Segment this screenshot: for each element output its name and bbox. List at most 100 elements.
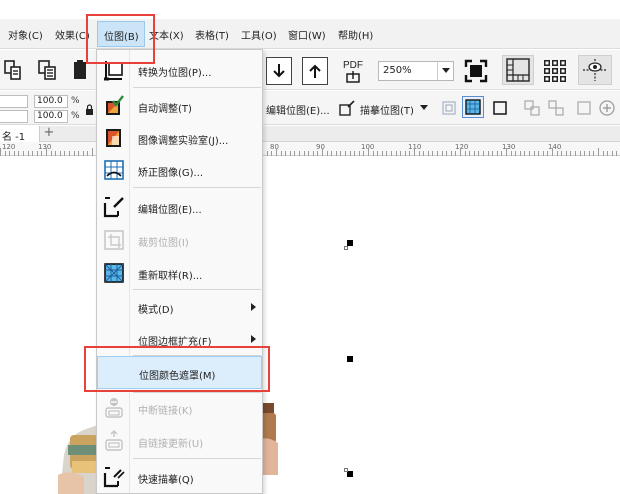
menu-item-label: 自链接更新(U) <box>138 439 204 450</box>
ruler-tick <box>331 151 332 156</box>
rotation-handle[interactable] <box>344 246 348 250</box>
menu-text[interactable]: 文本(X) <box>149 27 184 42</box>
chevron-down-icon[interactable] <box>437 62 453 80</box>
grid-toggle-icon[interactable] <box>540 56 570 86</box>
menu-item-bitmap-border[interactable]: 位图边框扩充(F) <box>97 323 262 355</box>
ruler-tick <box>18 151 19 156</box>
edit-bitmap-button[interactable]: 编辑位图(E)... <box>266 102 330 117</box>
ruler-tick <box>570 151 571 156</box>
menu-item-update-link[interactable]: 自链接更新(U) <box>97 425 262 457</box>
bitmap-mesh-icon[interactable] <box>462 96 484 118</box>
straighten-image-icon <box>103 159 125 181</box>
ruler-tick <box>386 151 387 156</box>
chevron-down-icon[interactable] <box>420 104 428 112</box>
menu-item-auto-adjust[interactable]: 自动调整(T) <box>97 90 262 122</box>
ruler-tick <box>446 151 447 156</box>
ruler-tick <box>340 151 341 156</box>
menu-item-convert-to-bitmap[interactable]: 转换为位图(P)... <box>97 54 262 86</box>
ruler-label: 120 <box>455 143 469 151</box>
add-document-icon[interactable]: + <box>42 126 56 141</box>
outline-frame-icon[interactable] <box>490 97 510 119</box>
menu-item-image-adjustment-lab[interactable]: 图像调整实验室(J)... <box>97 122 262 154</box>
ruler-tick <box>74 151 75 156</box>
ruler-tick <box>589 151 590 156</box>
menu-item-label: 转换为位图(P)... <box>138 68 212 79</box>
ruler-label: 80 <box>270 143 279 151</box>
menu-table[interactable]: 表格(T) <box>195 27 229 42</box>
ruler-tick <box>46 148 47 156</box>
outline-icon[interactable] <box>574 97 594 119</box>
ruler-tick <box>607 151 608 156</box>
menu-help[interactable]: 帮助(H) <box>338 27 373 42</box>
menu-separator <box>133 289 261 290</box>
menu-item-quick-trace[interactable]: 快速描摹(Q) <box>97 461 262 493</box>
pdf-label: PDF <box>343 60 363 71</box>
menu-item-label: 矫正图像(G)... <box>138 168 204 179</box>
ruler-tick <box>534 151 535 156</box>
ruler-tick <box>78 151 79 156</box>
ruler-tick <box>437 151 438 156</box>
menu-item-bitmap-color-mask[interactable]: 位图颜色遮罩(M) <box>97 356 262 389</box>
align-bottom-icon[interactable] <box>266 57 292 85</box>
ruler-tick <box>276 148 277 156</box>
menu-bitmap[interactable]: 位图(B) <box>97 21 145 47</box>
selection-handle-middle[interactable] <box>347 356 353 362</box>
y-position-field[interactable] <box>0 110 28 123</box>
menu-item-label: 重新取样(R)... <box>138 271 203 282</box>
skew-handle[interactable] <box>344 468 348 472</box>
quick-trace-icon <box>103 466 125 488</box>
horizontal-ruler[interactable]: 120 130 80 90 100 110 120 130 140 <box>0 142 620 156</box>
ruler-tick <box>419 151 420 156</box>
ruler-tick <box>28 151 29 156</box>
menu-item-straighten-image[interactable]: 矫正图像(G)... <box>97 154 262 186</box>
menu-item-break-link[interactable]: 中断链接(K) <box>97 392 262 424</box>
ruler-label: 130 <box>502 143 516 151</box>
height-percent-field[interactable]: 100.0 <box>34 110 68 123</box>
menu-window[interactable]: 窗口(W) <box>288 27 326 42</box>
ruler-label: 140 <box>548 143 562 151</box>
add-icon[interactable] <box>598 97 616 119</box>
unlink-nodes-icon[interactable] <box>546 97 566 119</box>
menu-separator <box>133 187 261 188</box>
export-icon[interactable] <box>36 58 58 82</box>
ruler-tick <box>520 151 521 156</box>
menu-object[interactable]: 对象(C) <box>8 27 43 42</box>
menu-item-edit-bitmap[interactable]: 编辑位图(E)... <box>97 191 262 223</box>
ruler-tick <box>285 151 286 156</box>
ruler-tick <box>382 151 383 156</box>
resample-icon <box>103 262 125 284</box>
import-icon[interactable] <box>2 58 24 82</box>
ruler-tick <box>92 148 93 156</box>
ruler-tick <box>612 151 613 156</box>
ruler-tick <box>552 148 553 156</box>
ruler-tick <box>363 151 364 156</box>
menu-item-resample[interactable]: 重新取样(R)... <box>97 257 262 289</box>
edit-bitmap-icon <box>103 196 125 218</box>
zoom-level-select[interactable]: 250% <box>378 61 454 81</box>
ruler-tick <box>501 151 502 156</box>
submenu-arrow-icon <box>251 335 256 343</box>
document-tab[interactable]: 名 -1 <box>0 126 40 143</box>
ruler-tick <box>442 151 443 156</box>
full-screen-icon[interactable] <box>462 57 490 85</box>
x-position-field[interactable] <box>0 95 28 108</box>
menu-effects[interactable]: 效果(C) <box>55 27 90 42</box>
clipboard-icon[interactable] <box>70 58 90 82</box>
ruler-tick <box>350 151 351 156</box>
link-nodes-icon[interactable] <box>522 97 542 119</box>
menu-tools[interactable]: 工具(O) <box>241 27 277 42</box>
align-top-icon[interactable] <box>302 57 328 85</box>
crop-frame-icon[interactable] <box>439 97 459 119</box>
publish-pdf-button[interactable]: PDF <box>338 57 368 87</box>
lock-ratio-icon[interactable] <box>84 103 94 115</box>
menu-item-mode[interactable]: 模式(D) <box>97 291 262 323</box>
ruler-toggle-icon[interactable] <box>502 55 534 85</box>
trace-bitmap-button[interactable]: 描摹位图(T) <box>360 102 414 117</box>
drawing-canvas[interactable] <box>0 157 620 494</box>
guidelines-toggle-icon[interactable] <box>578 55 612 85</box>
ruler-tick <box>327 151 328 156</box>
width-percent-field[interactable]: 100.0 <box>34 95 68 108</box>
ruler-tick <box>580 151 581 156</box>
ruler-tick <box>506 148 507 156</box>
menu-item-crop-bitmap[interactable]: 裁剪位图(I) <box>97 224 262 256</box>
